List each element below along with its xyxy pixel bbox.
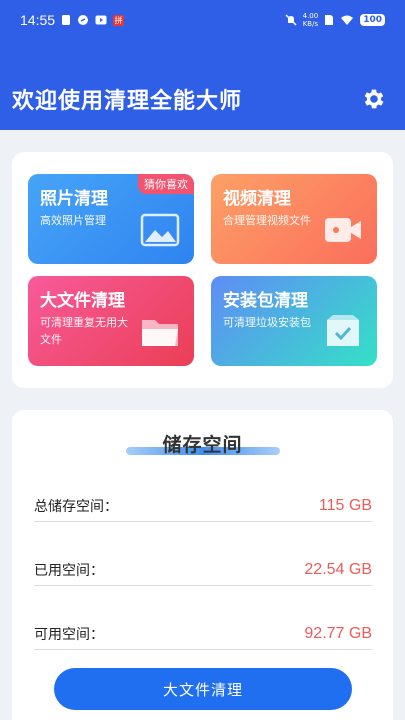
status-left: 14:55 拼 — [20, 12, 125, 28]
package-clean-tile[interactable]: 安装包清理 可清理垃圾安装包 — [211, 276, 377, 366]
big-file-clean-tile[interactable]: 大文件清理 可清理重复无用大文件 — [28, 276, 194, 366]
tile-desc: 高效照片管理 — [40, 214, 106, 227]
tile-desc: 可清理重复无用大文件 — [40, 316, 128, 346]
sim-card-icon — [325, 15, 334, 25]
row-label: 可用空间： — [34, 626, 104, 643]
tile-title: 安装包清理 — [223, 291, 308, 311]
row-label: 已用空间： — [34, 562, 104, 579]
storage-row-free: 可用空间： 92.77 GB — [34, 618, 372, 650]
mute-icon — [285, 14, 297, 26]
video-camera-icon — [325, 218, 361, 242]
tile-desc: 合理管理视频文件 — [223, 214, 311, 227]
guess-you-like-tag: 猜你喜欢 — [138, 174, 194, 194]
storage-header: 储存空间 — [12, 430, 393, 460]
title-row: 欢迎使用清理全能大师 — [12, 80, 387, 118]
settings-button[interactable] — [361, 86, 387, 112]
tile-title: 照片清理 — [40, 189, 108, 209]
status-time: 14:55 — [20, 12, 56, 28]
net-speed: 4.00 KB/s — [303, 12, 319, 28]
wifi-icon — [341, 15, 354, 25]
row-label: 总储存空间： — [34, 498, 118, 515]
status-bar: 14:55 拼 4.00 KB/s 100 — [0, 0, 405, 40]
storage-row-used: 已用空间： 22.54 GB — [34, 554, 372, 586]
storage-row-total: 总储存空间： 115 GB — [34, 490, 372, 522]
page-title: 欢迎使用清理全能大师 — [12, 89, 243, 114]
sim-icon — [62, 15, 71, 25]
tile-title: 视频清理 — [223, 189, 291, 209]
video-app-icon — [95, 15, 107, 25]
row-value: 92.77 GB — [304, 624, 372, 642]
app-header: 14:55 拼 4.00 KB/s 100 欢迎使用清理全能大师 — [0, 0, 405, 130]
notification-badge-icon: 拼 — [113, 14, 125, 26]
net-speed-unit: KB/s — [302, 20, 319, 28]
folder-icon — [142, 320, 178, 346]
photo-clean-tile[interactable]: 照片清理 高效照片管理 猜你喜欢 — [28, 174, 194, 264]
battery-indicator: 100 — [360, 14, 385, 26]
net-speed-value: 4.00 — [302, 12, 319, 20]
feature-card: 照片清理 高效照片管理 猜你喜欢 视频清理 合理管理视频文件 大文件清理 可清理… — [12, 152, 393, 388]
gear-icon — [364, 89, 384, 109]
storage-card: 储存空间 总储存空间： 115 GB 已用空间： 22.54 GB 可用空间： … — [12, 410, 393, 720]
row-value: 115 GB — [318, 496, 372, 514]
status-right: 4.00 KB/s 100 — [285, 12, 385, 28]
big-file-clean-button[interactable]: 大文件清理 — [54, 668, 352, 710]
storage-title: 储存空间 — [162, 434, 243, 456]
link-icon — [78, 15, 89, 25]
video-clean-tile[interactable]: 视频清理 合理管理视频文件 — [211, 174, 377, 264]
tile-desc: 可清理垃圾安装包 — [223, 316, 311, 329]
row-value: 22.54 GB — [304, 560, 372, 578]
tile-title: 大文件清理 — [40, 291, 125, 311]
image-icon — [140, 213, 180, 247]
package-icon — [327, 315, 359, 346]
